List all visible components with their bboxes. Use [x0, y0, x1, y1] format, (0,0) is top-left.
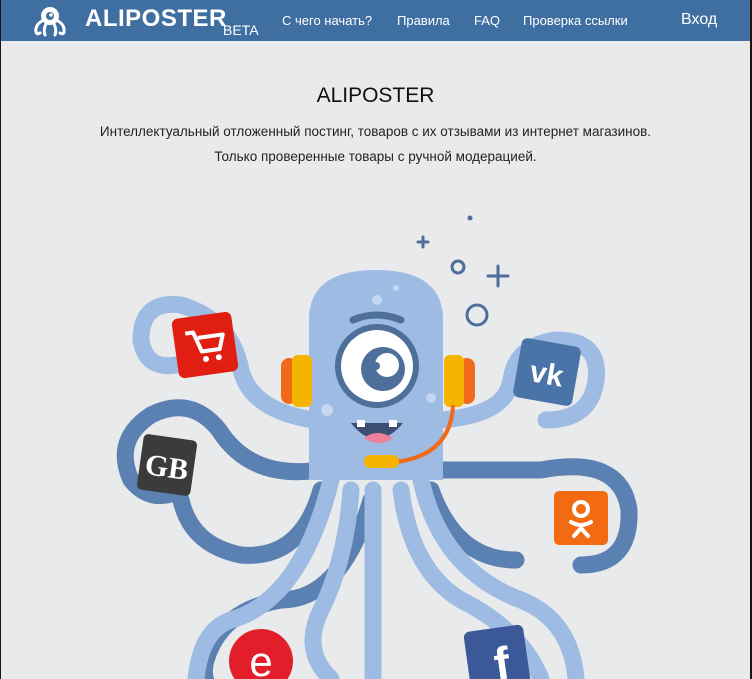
page: ALIPOSTER BETA С чего начать? Правила FA… [1, 0, 750, 679]
svg-text:e: e [249, 638, 272, 679]
e-logo-icon: e [229, 629, 293, 679]
octopus-eye [335, 324, 419, 408]
gb-logo-icon: GB [137, 434, 197, 496]
facebook-icon: f [463, 624, 531, 679]
vk-icon: vk [513, 338, 581, 406]
shopping-cart-icon [171, 311, 239, 379]
octopus-illustration: GB vk e f [116, 215, 638, 679]
odnoklassniki-icon [554, 491, 608, 545]
svg-text:vk: vk [527, 355, 566, 393]
svg-text:GB: GB [143, 448, 191, 487]
